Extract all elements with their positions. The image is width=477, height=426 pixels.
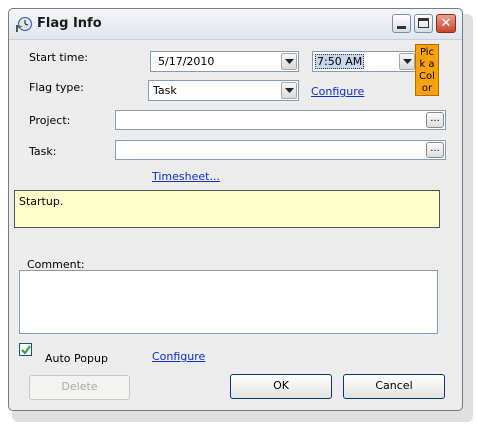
project-browse-button[interactable]: ... — [426, 112, 444, 128]
task-label: Task: — [29, 145, 57, 158]
pick-color-line: Pic — [419, 47, 435, 58]
start-time-label: Start time: — [29, 51, 88, 64]
window-title: Flag Info — [37, 16, 102, 31]
minimize-button[interactable] — [392, 14, 411, 33]
ok-button[interactable]: OK — [230, 374, 332, 399]
timesheet-link[interactable]: Timesheet... — [152, 170, 220, 183]
time-value[interactable]: 7:50 AM — [315, 54, 365, 69]
checkmark-icon — [21, 345, 31, 355]
close-icon: ✕ — [440, 16, 452, 31]
maximize-icon — [418, 18, 429, 28]
flag-note-field[interactable]: Startup. — [14, 190, 440, 228]
pick-color-line: k a — [419, 59, 435, 70]
bottom-configure-link[interactable]: Configure — [152, 350, 205, 363]
cancel-button[interactable]: Cancel — [343, 374, 445, 399]
comment-textarea[interactable] — [19, 270, 438, 334]
auto-popup-label[interactable]: Auto Popup — [45, 352, 108, 365]
minimize-icon — [397, 26, 406, 29]
maximize-button[interactable] — [414, 14, 433, 33]
delete-button[interactable]: Delete — [29, 375, 130, 400]
pick-color-line: or — [421, 83, 433, 94]
close-button[interactable]: ✕ — [436, 14, 456, 33]
time-dropdown[interactable]: 7:50 AM — [312, 51, 417, 72]
date-value: 5/17/2010 — [158, 55, 215, 68]
task-input[interactable] — [115, 140, 446, 160]
project-label: Project: — [29, 114, 71, 127]
flag-type-label: Flag type: — [29, 81, 84, 94]
flag-type-value: Task — [153, 84, 177, 97]
project-input[interactable] — [115, 110, 446, 130]
pick-color-line: Col — [419, 71, 435, 82]
chevron-down-icon[interactable] — [399, 53, 415, 70]
flag-note-text: Startup. — [19, 195, 64, 208]
task-browse-button[interactable]: ... — [426, 142, 444, 158]
date-dropdown[interactable]: 5/17/2010 — [150, 51, 299, 72]
chevron-down-icon[interactable] — [281, 82, 297, 99]
clock-flag-icon — [15, 15, 33, 33]
title-bar[interactable]: Flag Info ✕ — [9, 9, 462, 40]
auto-popup-checkbox[interactable] — [19, 343, 32, 356]
flag-type-configure-link[interactable]: Configure — [311, 85, 364, 98]
pick-color-button[interactable]: Pic k a Col or — [415, 44, 439, 96]
chevron-down-icon[interactable] — [281, 53, 297, 70]
flag-type-dropdown[interactable]: Task — [148, 80, 299, 101]
